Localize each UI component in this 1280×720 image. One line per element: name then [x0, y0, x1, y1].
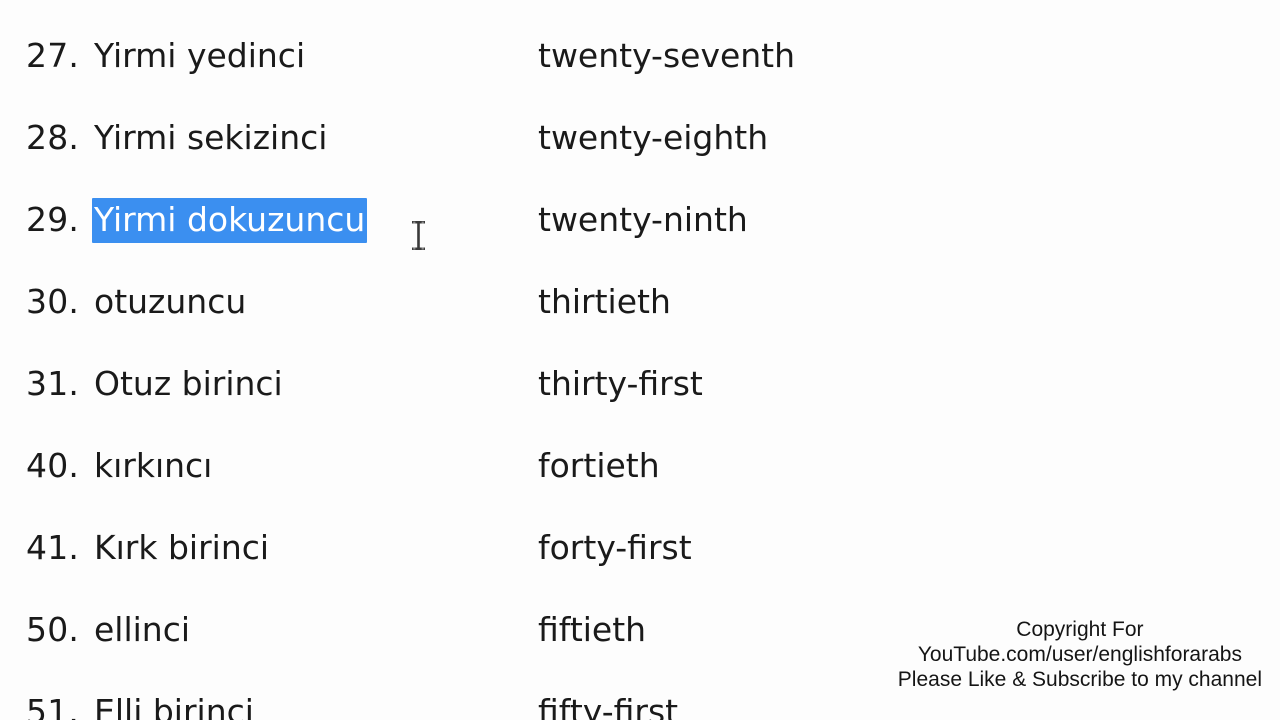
row-number: 40.: [26, 446, 80, 485]
vocab-row[interactable]: 28. Yirmi sekizinci twenty-eighth: [0, 118, 1280, 178]
english-term[interactable]: thirtieth: [538, 282, 671, 322]
turkish-term[interactable]: Otuz birinci: [94, 364, 283, 404]
copyright-line-1: Copyright For: [1016, 618, 1144, 641]
turkish-term[interactable]: otuzuncu: [94, 282, 246, 322]
row-number: 50.: [26, 610, 80, 649]
copyright-line-3: Please Like & Subscribe to my channel: [897, 668, 1262, 691]
english-term[interactable]: fiftieth: [538, 610, 646, 650]
turkish-term[interactable]: kırkıncı: [94, 446, 212, 486]
english-term[interactable]: forty-first: [538, 528, 692, 568]
english-term[interactable]: thirty-first: [538, 364, 703, 404]
row-number: 30.: [26, 282, 80, 321]
row-number: 29.: [26, 200, 80, 239]
english-term[interactable]: fortieth: [538, 446, 660, 486]
vocab-row[interactable]: 40. kırkıncı fortieth: [0, 446, 1280, 506]
row-number: 41.: [26, 528, 80, 567]
turkish-term[interactable]: Kırk birinci: [94, 528, 269, 568]
turkish-term-selected[interactable]: Yirmi dokuzuncu: [92, 198, 368, 243]
turkish-term[interactable]: Yirmi sekizinci: [94, 118, 327, 158]
vocab-row[interactable]: 30. otuzuncu thirtieth: [0, 282, 1280, 342]
copyright-line-2: YouTube.com/user/englishforarabs: [917, 643, 1242, 666]
english-term[interactable]: twenty-eighth: [538, 118, 768, 158]
english-term[interactable]: fifty-first: [538, 692, 678, 720]
row-number: 28.: [26, 118, 80, 157]
row-number: 31.: [26, 364, 80, 403]
vocab-row[interactable]: 41. Kırk birinci forty-first: [0, 528, 1280, 588]
screen-root: 27. Yirmi yedinci twenty-seventh 28. Yirmi s…: [0, 0, 1280, 720]
english-term[interactable]: twenty-seventh: [538, 36, 795, 76]
english-term[interactable]: twenty-ninth: [538, 200, 748, 240]
vocab-row[interactable]: 51. Elli birinci fifty-first: [0, 692, 1280, 720]
turkish-term[interactable]: ellinci: [94, 610, 190, 650]
copyright-watermark: Copyright For YouTube.com/user/englishfo…: [898, 617, 1262, 692]
vocab-row[interactable]: 31. Otuz birinci thirty-first: [0, 364, 1280, 424]
turkish-term[interactable]: Yirmi yedinci: [94, 36, 305, 76]
vocab-row[interactable]: 27. Yirmi yedinci twenty-seventh: [0, 36, 1280, 96]
row-number: 51.: [26, 692, 80, 720]
vocab-row[interactable]: 29. Yirmi dokuzuncu twenty-ninth: [0, 198, 1280, 260]
turkish-term[interactable]: Elli birinci: [94, 692, 254, 720]
row-number: 27.: [26, 36, 80, 75]
